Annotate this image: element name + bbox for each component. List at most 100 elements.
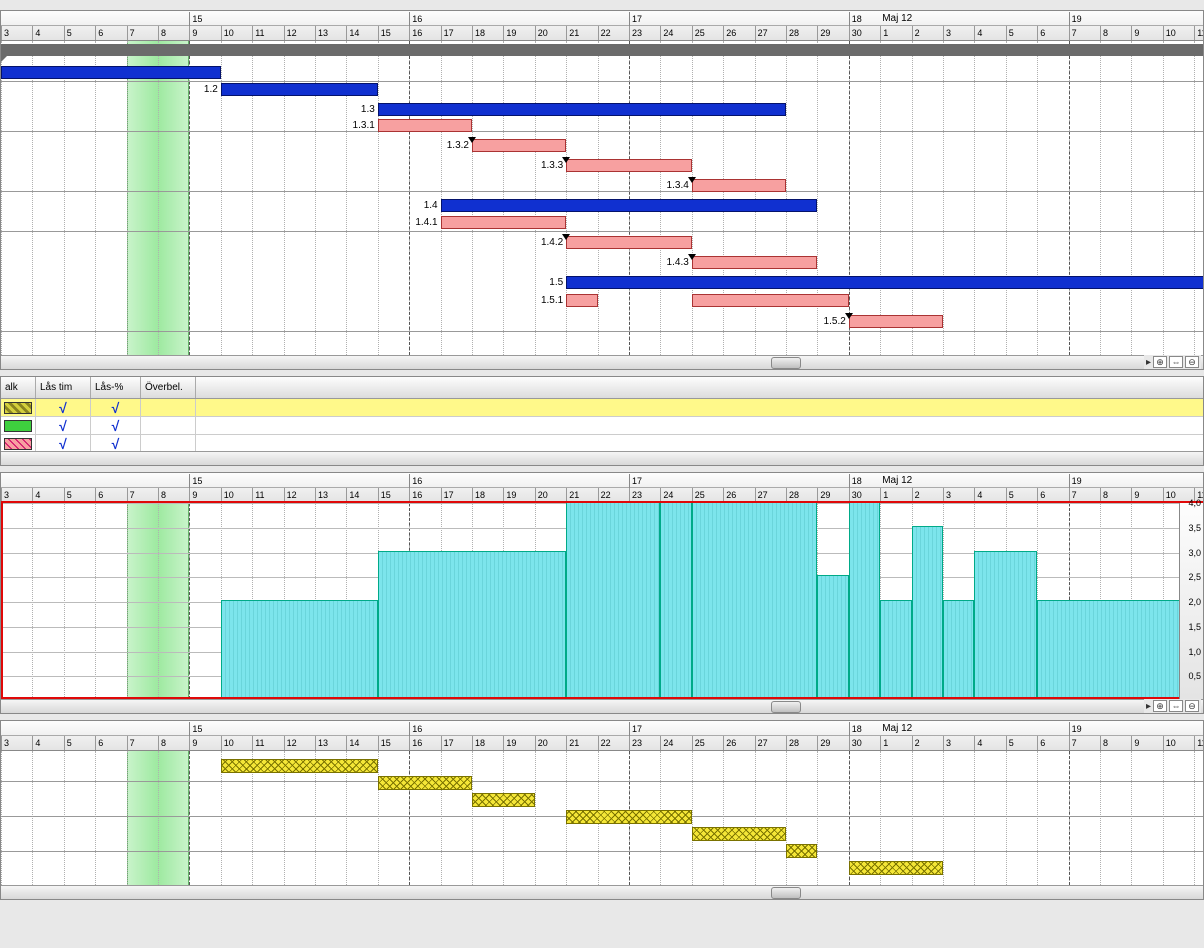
zoom-in-button[interactable]: ⊕ <box>1153 356 1167 368</box>
day-marker: 2 <box>912 736 920 750</box>
zoom-tri[interactable]: ▸ <box>1146 357 1151 368</box>
gantt-hscroll[interactable] <box>1 355 1203 369</box>
day-marker: 10 <box>221 488 234 502</box>
day-marker: 10 <box>1163 736 1176 750</box>
histo-hscroll[interactable] <box>1 699 1203 713</box>
resource-bar[interactable] <box>221 759 378 773</box>
task-bar[interactable] <box>378 103 786 116</box>
task-bar[interactable] <box>692 179 786 192</box>
zoom-fit-button[interactable]: ⇔ <box>1169 700 1183 712</box>
resource-bar[interactable] <box>786 844 817 858</box>
scroll-thumb[interactable] <box>771 887 801 899</box>
task-bar[interactable] <box>692 294 849 307</box>
task-bar[interactable] <box>378 119 472 132</box>
column-header[interactable]: Lås tim <box>36 377 91 398</box>
zoom-out-button[interactable]: ⊖ <box>1185 356 1199 368</box>
day-marker: 6 <box>1037 736 1045 750</box>
resource-swatch <box>4 438 32 450</box>
check-icon: √ <box>112 436 120 452</box>
column-header[interactable]: Överbel. <box>141 377 196 398</box>
day-marker: 3 <box>1 736 9 750</box>
day-marker: 10 <box>1163 488 1176 502</box>
resource-bar[interactable] <box>378 776 472 790</box>
day-marker: 3 <box>943 488 951 502</box>
day-marker: 23 <box>629 488 642 502</box>
day-marker: 20 <box>535 488 548 502</box>
grid-header: alkLås timLås-%Överbel. <box>1 377 1203 399</box>
summary-bar[interactable] <box>1 44 1204 56</box>
gantt-timeline-header: Maj 1215161718192021 3456789101112131415… <box>1 11 1203 41</box>
week-marker: 15 <box>189 12 202 26</box>
day-marker: 18 <box>472 736 485 750</box>
day-marker: 13 <box>315 488 328 502</box>
day-marker: 13 <box>315 26 328 40</box>
day-marker: 16 <box>409 26 422 40</box>
day-marker: 21 <box>566 736 579 750</box>
task-bar[interactable] <box>566 236 692 249</box>
day-marker: 11 <box>1194 736 1204 750</box>
resource-bar[interactable] <box>692 827 786 841</box>
resource-body[interactable] <box>1 751 1203 885</box>
task-bar[interactable] <box>441 199 818 212</box>
zoom-fit-button[interactable]: ⇔ <box>1169 356 1183 368</box>
day-marker: 12 <box>284 736 297 750</box>
task-bar[interactable] <box>566 159 692 172</box>
day-marker: 29 <box>817 26 830 40</box>
day-marker: 19 <box>503 26 516 40</box>
task-bar[interactable] <box>221 83 378 96</box>
grid-row[interactable]: √√ <box>1 399 1203 417</box>
day-marker: 25 <box>692 26 705 40</box>
zoom-in-button[interactable]: ⊕ <box>1153 700 1167 712</box>
day-marker: 14 <box>346 488 359 502</box>
day-marker: 16 <box>409 736 422 750</box>
day-marker: 9 <box>1131 488 1139 502</box>
gantt-body[interactable]: 1.21.31.3.11.3.21.3.31.3.41.41.4.11.4.21… <box>1 41 1203 355</box>
resource-bar[interactable] <box>849 861 943 875</box>
scroll-thumb[interactable] <box>771 357 801 369</box>
y-tick: 3,0 <box>1188 548 1201 558</box>
day-marker: 10 <box>221 26 234 40</box>
week-marker: 16 <box>409 722 422 736</box>
day-marker: 15 <box>378 488 391 502</box>
day-marker: 27 <box>755 26 768 40</box>
zoom-out-button[interactable]: ⊖ <box>1185 700 1199 712</box>
grid-row[interactable]: √√ <box>1 417 1203 435</box>
resource-bar[interactable] <box>472 793 535 807</box>
week-marker: 15 <box>189 722 202 736</box>
day-marker: 22 <box>598 488 611 502</box>
y-tick: 4,0 <box>1188 498 1201 508</box>
day-marker: 5 <box>1006 736 1014 750</box>
task-bar[interactable] <box>441 216 567 229</box>
grid-hscroll[interactable] <box>1 451 1203 465</box>
day-marker: 8 <box>158 488 166 502</box>
day-marker: 28 <box>786 26 799 40</box>
task-bar[interactable] <box>566 294 597 307</box>
zoom-tri[interactable]: ▸ <box>1146 701 1151 712</box>
day-marker: 26 <box>723 488 736 502</box>
month-label: Maj 12 <box>880 12 912 26</box>
day-marker: 24 <box>660 736 673 750</box>
column-header[interactable]: Lås-% <box>91 377 141 398</box>
day-marker: 30 <box>849 488 862 502</box>
histogram-body[interactable] <box>1 503 1179 699</box>
check-icon: √ <box>59 418 67 434</box>
column-header[interactable]: alk <box>1 377 36 398</box>
day-marker: 6 <box>95 736 103 750</box>
day-marker: 25 <box>692 736 705 750</box>
task-bar[interactable] <box>849 315 943 328</box>
task-bar[interactable] <box>1 66 221 79</box>
task-bar[interactable] <box>692 256 818 269</box>
resource-grid-panel: alkLås timLås-%Överbel. √√√√√√ <box>0 376 1204 466</box>
task-bar[interactable] <box>472 139 566 152</box>
day-marker: 11 <box>252 26 264 40</box>
res-hscroll[interactable] <box>1 885 1203 899</box>
resource-swatch <box>4 420 32 432</box>
resource-bar[interactable] <box>566 810 692 824</box>
day-marker: 22 <box>598 736 611 750</box>
task-bar[interactable] <box>566 276 1204 289</box>
week-marker: 16 <box>409 474 422 488</box>
day-marker: 5 <box>64 736 72 750</box>
y-tick: 2,0 <box>1188 597 1201 607</box>
day-marker: 19 <box>503 736 516 750</box>
scroll-thumb[interactable] <box>771 701 801 713</box>
